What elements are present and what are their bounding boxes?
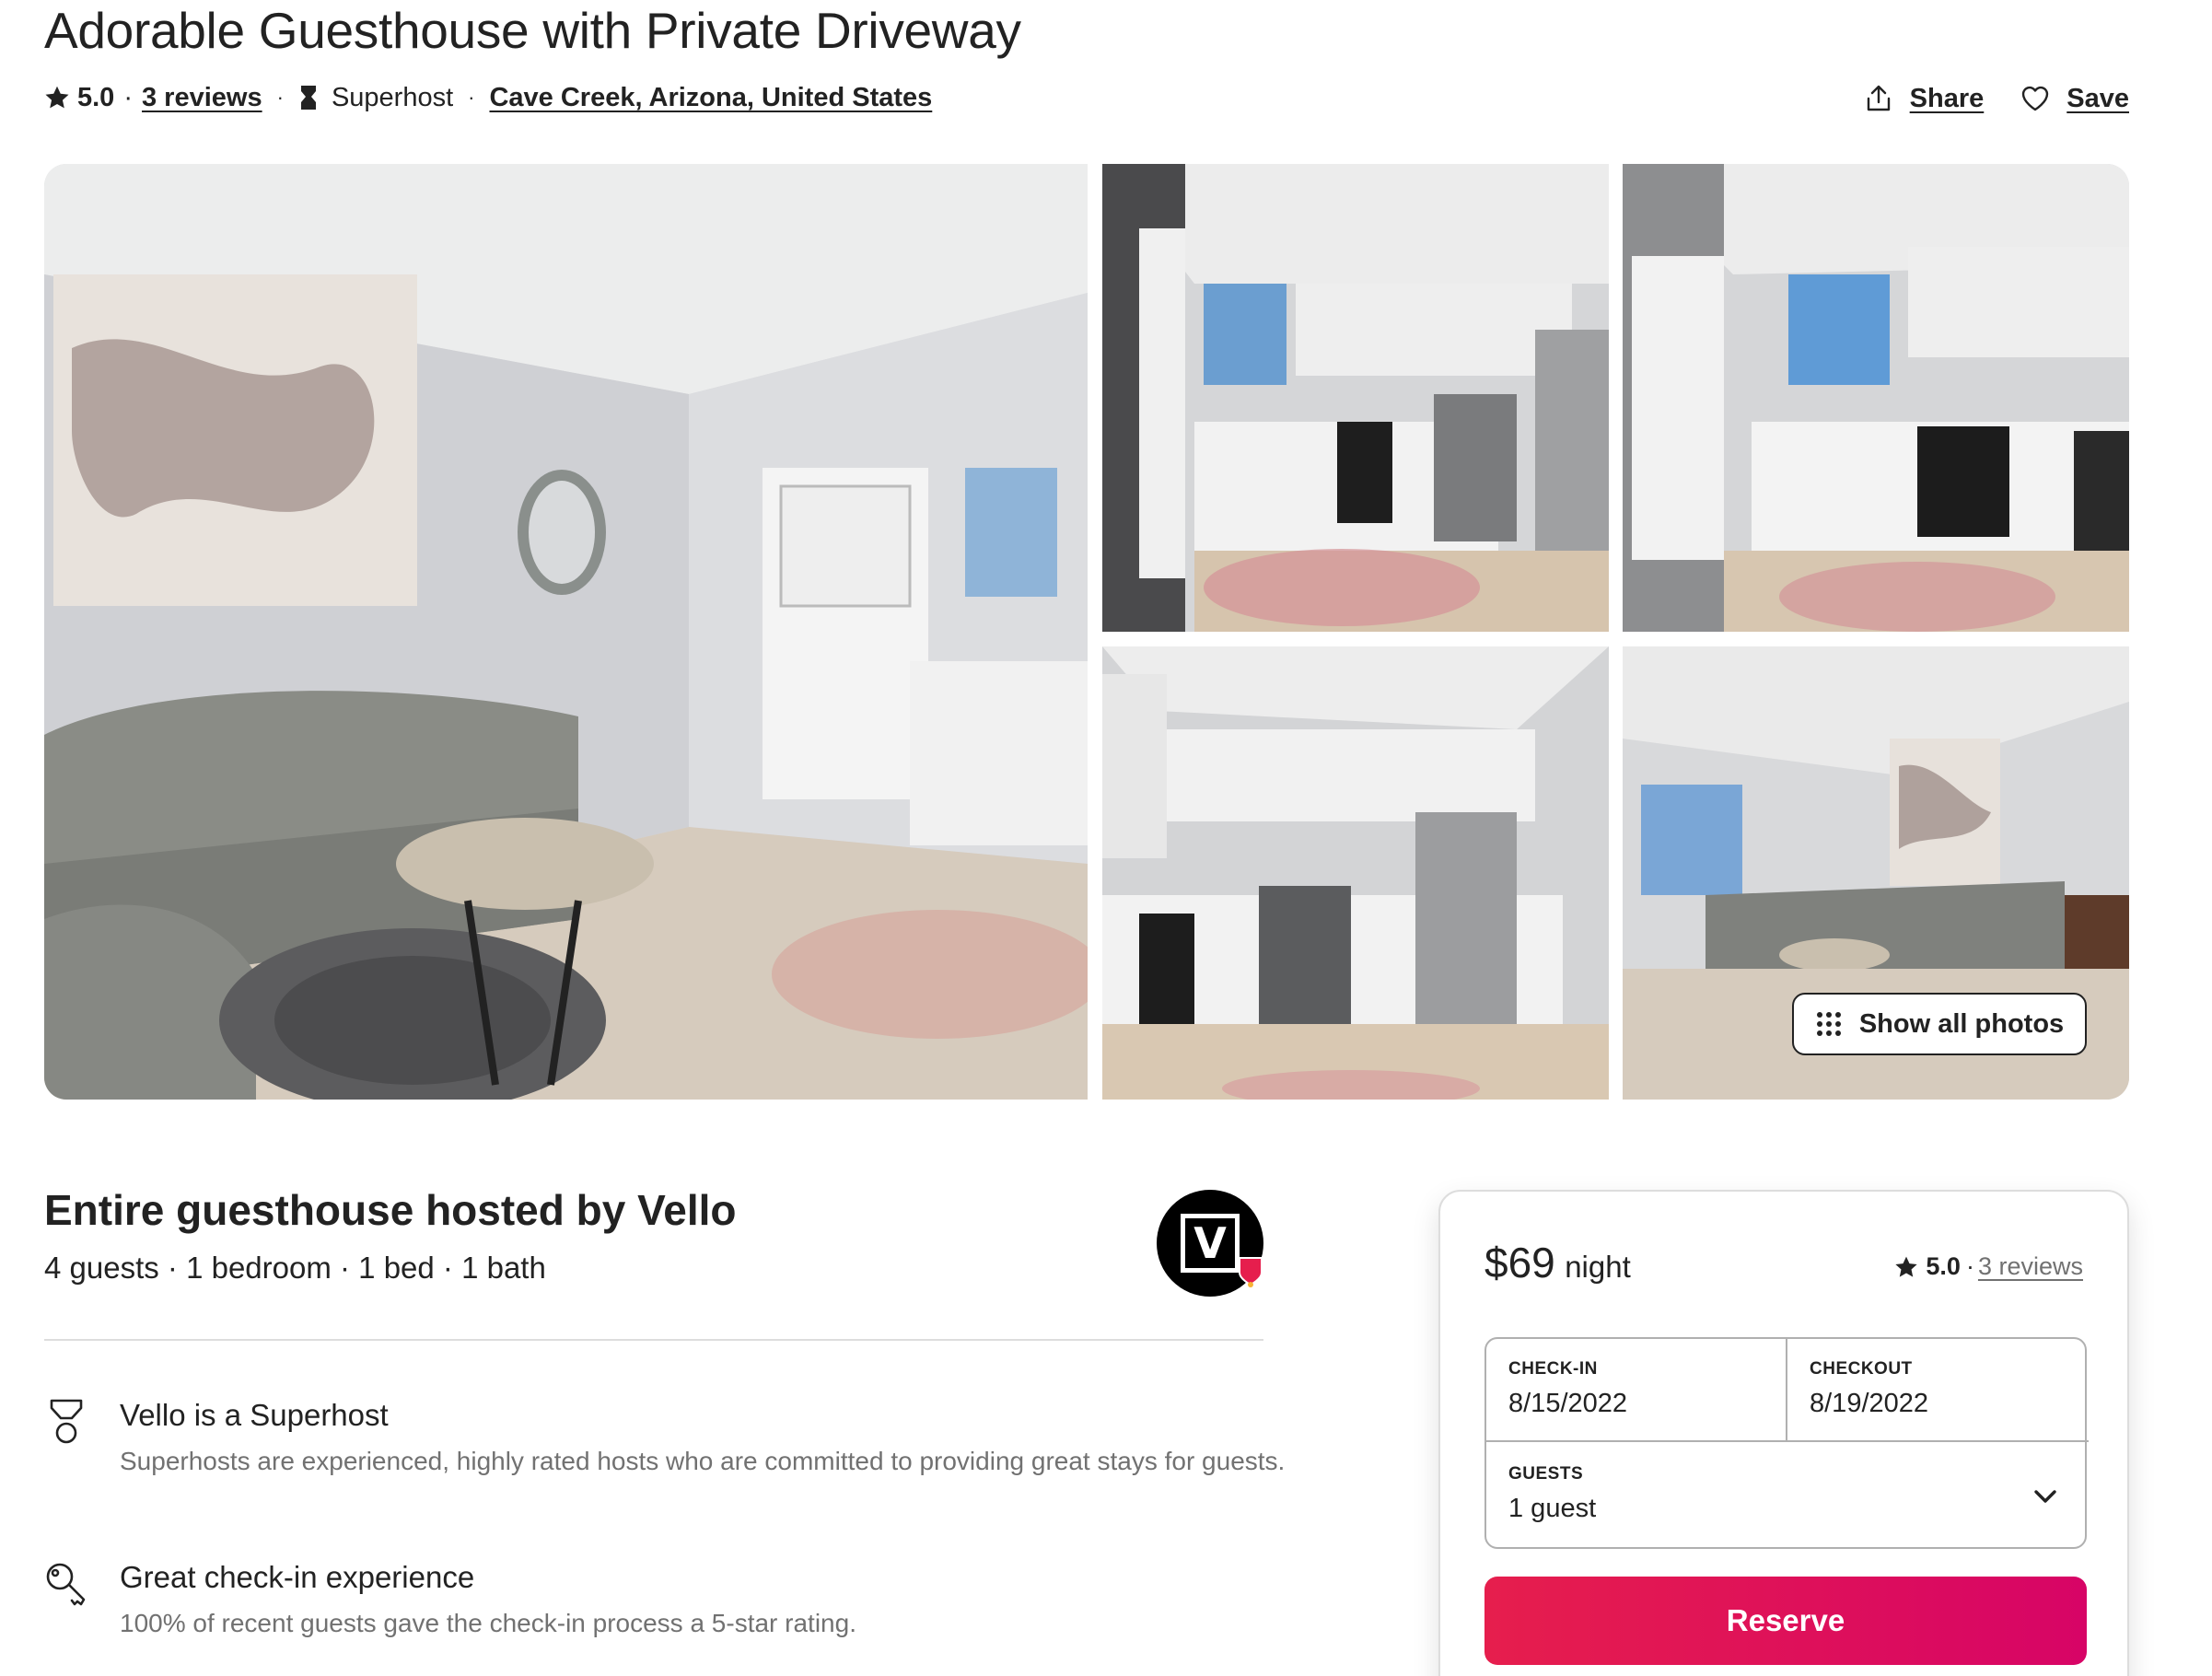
host-title: Entire guesthouse hosted by Vello — [44, 1186, 737, 1234]
photo-kitchen-2[interactable] — [1623, 164, 2129, 632]
meta-separator: · — [468, 86, 475, 109]
photo-kitchen-3[interactable] — [1102, 646, 1609, 1100]
superhost-label: Superhost — [331, 82, 454, 112]
chevron-down-icon — [2034, 1490, 2056, 1503]
listing-meta: 5.0 · 3 reviews · Superhost · Cave Creek… — [44, 79, 932, 116]
nightly-price: $69 night — [1484, 1238, 1631, 1287]
listing-actions: Share Save — [1864, 79, 2129, 118]
feature-description: Superhosts are experienced, highly rated… — [120, 1447, 1286, 1475]
rating-separator: · — [123, 82, 133, 112]
reviews-link[interactable]: 3 reviews — [142, 83, 262, 113]
avatar-logo: V — [1181, 1214, 1240, 1273]
photo-gallery — [44, 164, 2129, 1100]
share-label: Share — [1909, 83, 1985, 113]
superhost-badge-icon — [1239, 1257, 1263, 1287]
star-icon — [1895, 1256, 1918, 1277]
save-button[interactable]: Save — [2020, 84, 2129, 114]
checkin-value: 8/15/2022 — [1508, 1389, 1628, 1418]
heart-icon — [2022, 86, 2049, 111]
section-divider — [44, 1339, 1263, 1341]
feature-heading: Great check-in experience — [120, 1560, 475, 1594]
medal-icon — [50, 1399, 83, 1444]
checkout-field[interactable]: CHECKOUT 8/19/2022 — [1787, 1339, 2089, 1442]
host-avatar[interactable]: V — [1157, 1190, 1263, 1297]
meta-separator: · — [276, 86, 284, 109]
reserve-button[interactable]: Reserve — [1484, 1577, 2087, 1665]
share-icon — [1867, 85, 1890, 111]
card-rating-value: 5.0 — [1926, 1252, 1961, 1280]
price-amount: $69 — [1484, 1239, 1555, 1286]
price-unit: night — [1565, 1250, 1631, 1284]
grid-icon — [1816, 1012, 1841, 1036]
share-button[interactable]: Share — [1864, 83, 1985, 114]
checkin-field[interactable]: CHECK-IN 8/15/2022 — [1486, 1339, 1787, 1442]
feature-superhost: Vello is a Superhost Superhosts are expe… — [44, 1398, 1285, 1518]
star-icon — [45, 86, 69, 109]
superhost-medal-icon — [300, 86, 316, 110]
show-all-photos-button[interactable]: Show all photos — [1792, 993, 2087, 1055]
guests-value: 1 guest — [1508, 1494, 1597, 1523]
photo-kitchen-1[interactable] — [1102, 164, 1609, 632]
feature-checkin: Great check-in experience 100% of recent… — [44, 1560, 1263, 1652]
booking-card: $69 night 5.0 · 3 reviews CHECK-IN 8/15/… — [1438, 1190, 2129, 1676]
save-label: Save — [2066, 83, 2129, 113]
key-icon — [46, 1563, 86, 1606]
card-rating-separator: · — [1965, 1252, 1974, 1280]
guests-dropdown[interactable]: GUESTS 1 guest — [1486, 1442, 2089, 1549]
checkout-label: CHECKOUT — [1810, 1359, 1913, 1379]
feature-heading: Vello is a Superhost — [120, 1398, 389, 1432]
guests-label: GUESTS — [1508, 1464, 1584, 1484]
listing-title: Adorable Guesthouse with Private Drivewa… — [44, 2, 1021, 59]
feature-description: 100% of recent guests gave the check-in … — [120, 1609, 856, 1637]
card-rating: 5.0 · 3 reviews — [1894, 1252, 2083, 1281]
photo-living-room-main[interactable] — [44, 164, 1088, 1100]
listing-rating: 5.0 — [77, 82, 115, 112]
listing-capacity: 4 guests · 1 bedroom · 1 bed · 1 bath — [44, 1251, 546, 1285]
show-all-photos-label: Show all photos — [1858, 1008, 2065, 1039]
checkin-label: CHECK-IN — [1508, 1359, 1598, 1379]
checkout-value: 8/19/2022 — [1810, 1389, 1929, 1418]
card-reviews-link[interactable]: 3 reviews — [1978, 1252, 2083, 1281]
location-link[interactable]: Cave Creek, Arizona, United States — [489, 83, 932, 113]
booking-fields: CHECK-IN 8/15/2022 CHECKOUT 8/19/2022 GU… — [1484, 1337, 2089, 1549]
